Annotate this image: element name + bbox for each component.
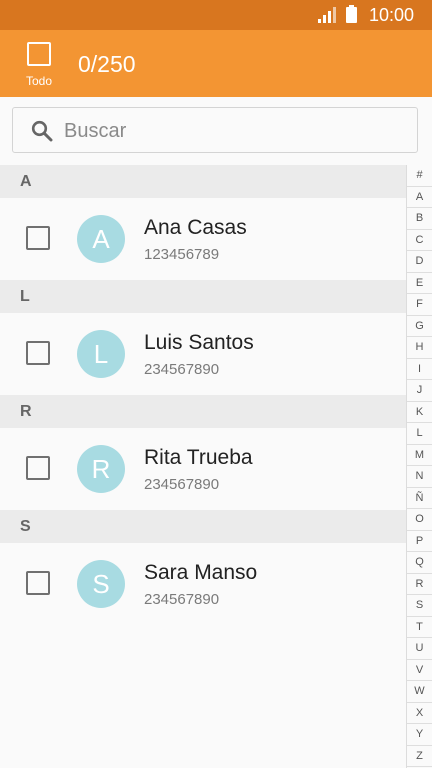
index-letter[interactable]: G (407, 316, 432, 338)
search-area (0, 97, 432, 165)
index-letter[interactable]: J (407, 380, 432, 402)
index-letter[interactable]: N (407, 466, 432, 488)
contact-name: Luis Santos (144, 331, 254, 354)
contact-phone: 123456789 (144, 246, 220, 263)
signal-icon (318, 7, 336, 23)
contact-phone: 234567890 (144, 476, 220, 493)
avatar: A (77, 215, 125, 263)
contact-name: Ana Casas (144, 216, 247, 239)
contact-row[interactable]: L Luis Santos 234567890 (0, 313, 406, 395)
select-all-button[interactable]: Todo (16, 40, 62, 90)
search-icon (31, 120, 53, 142)
avatar: S (77, 560, 125, 608)
status-time: 10:00 (368, 5, 414, 25)
avatar: R (77, 445, 125, 493)
app-bar: Todo 0/250 (0, 30, 432, 97)
contact-checkbox[interactable] (26, 456, 50, 480)
search-box[interactable] (12, 107, 418, 153)
section-header: L (0, 280, 406, 313)
index-letter[interactable]: O (407, 509, 432, 531)
index-letter[interactable]: F (407, 294, 432, 316)
contact-checkbox[interactable] (26, 571, 50, 595)
contact-phone: 234567890 (144, 361, 220, 378)
index-letter[interactable]: T (407, 617, 432, 639)
index-letter[interactable]: S (407, 595, 432, 617)
index-letter[interactable]: K (407, 402, 432, 424)
contact-row[interactable]: S Sara Manso 234567890 (0, 543, 406, 625)
index-letter[interactable]: H (407, 337, 432, 359)
contact-row[interactable]: A Ana Casas 123456789 (0, 198, 406, 280)
index-letter[interactable]: Y (407, 724, 432, 746)
index-letter[interactable]: Ñ (407, 488, 432, 510)
index-letter[interactable]: W (407, 681, 432, 703)
contact-checkbox[interactable] (26, 341, 50, 365)
index-letter[interactable]: R (407, 574, 432, 596)
contact-row[interactable]: R Rita Trueba 234567890 (0, 428, 406, 510)
contact-checkbox[interactable] (26, 226, 50, 250)
index-letter[interactable]: V (407, 660, 432, 682)
index-letter[interactable]: I (407, 359, 432, 381)
battery-icon (346, 5, 357, 23)
contact-phone: 234567890 (144, 591, 220, 608)
index-letter[interactable]: D (407, 251, 432, 273)
select-all-checkbox[interactable] (27, 42, 51, 66)
index-letter[interactable]: # (407, 165, 432, 187)
index-letter[interactable]: L (407, 423, 432, 445)
index-letter[interactable]: Q (407, 552, 432, 574)
section-header: R (0, 395, 406, 428)
index-letter[interactable]: C (407, 230, 432, 252)
index-letter[interactable]: Z (407, 746, 432, 768)
status-bar: 10:00 (0, 0, 432, 30)
alphabet-index[interactable]: # A B C D E F G H I J K L M N Ñ O P Q R … (406, 165, 432, 768)
index-letter[interactable]: X (407, 703, 432, 725)
index-letter[interactable]: A (407, 187, 432, 209)
search-input[interactable] (62, 117, 406, 145)
contact-list: A A Ana Casas 123456789 L L Luis Santos … (0, 165, 406, 625)
contact-name: Sara Manso (144, 561, 258, 584)
index-letter[interactable]: B (407, 208, 432, 230)
index-letter[interactable]: M (407, 445, 432, 467)
section-header: A (0, 165, 406, 198)
index-letter[interactable]: E (407, 273, 432, 295)
select-all-label: Todo (25, 74, 53, 88)
contact-name: Rita Trueba (144, 446, 253, 469)
selection-count: 0/250 (78, 51, 136, 77)
index-letter[interactable]: U (407, 638, 432, 660)
section-header: S (0, 510, 406, 543)
index-letter[interactable]: P (407, 531, 432, 553)
avatar: L (77, 330, 125, 378)
